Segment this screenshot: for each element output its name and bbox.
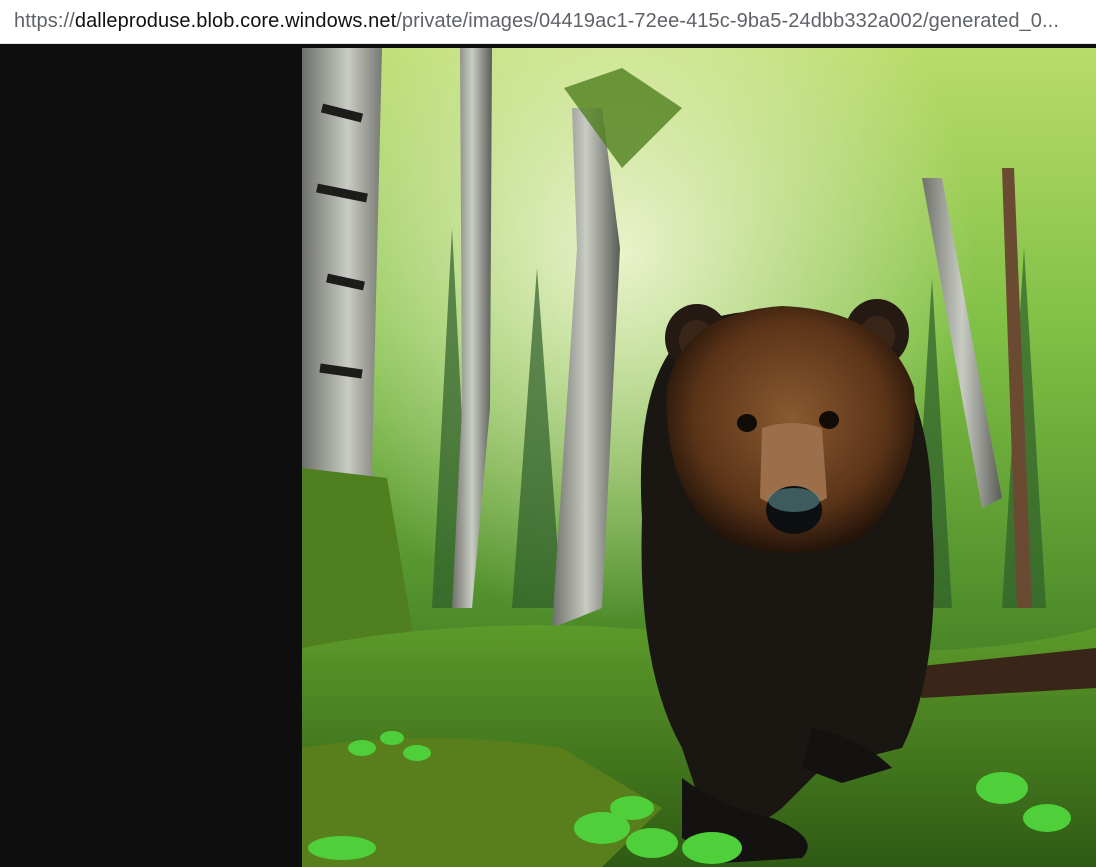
bear-forest-photo-icon <box>302 48 1096 867</box>
url-host: dalleproduse.blob.core.windows.net <box>74 10 397 32</box>
url-path: /private/images/04419ac1-72ee-415c-9ba5-… <box>396 10 1059 32</box>
url-text[interactable]: https://dalleproduse.blob.core.windows.n… <box>14 10 1059 33</box>
generated-image[interactable] <box>302 48 1096 867</box>
image-viewer <box>0 44 1096 867</box>
url-scheme: https:// <box>14 10 75 32</box>
address-bar[interactable]: https://dalleproduse.blob.core.windows.n… <box>0 0 1096 44</box>
